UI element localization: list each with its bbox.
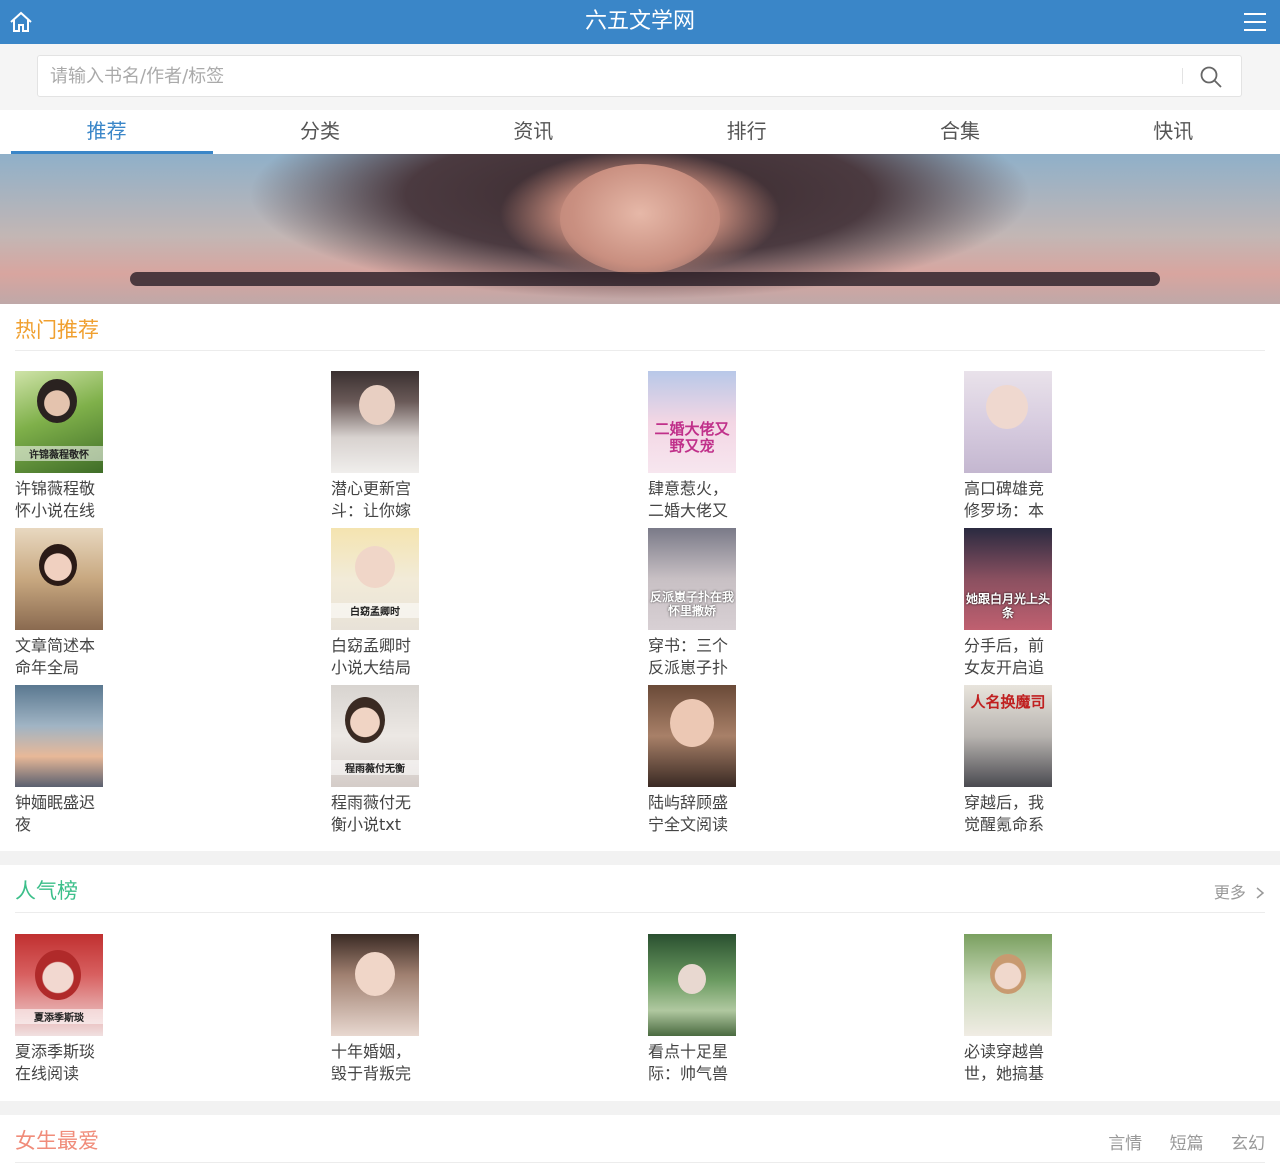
- book-title[interactable]: 陆屿辞顾盛宁全文阅读: [648, 792, 732, 836]
- book-item[interactable]: 白窈孟卿时 白窈孟卿时小说大结局: [331, 528, 441, 679]
- chevron-right-icon: [1256, 887, 1265, 899]
- tab-flash[interactable]: 快讯: [1067, 110, 1280, 154]
- book-cover[interactable]: [964, 371, 1052, 473]
- book-item[interactable]: 十年婚姻，毁于背叛完: [331, 934, 441, 1085]
- link-fantasy[interactable]: 玄幻: [1231, 1134, 1265, 1154]
- book-cover[interactable]: 反派崽子扑在我怀里撒娇: [648, 528, 736, 630]
- book-title[interactable]: 看点十足星际：帅气兽: [648, 1041, 732, 1085]
- popular-section-header: 人气榜 更多: [15, 865, 1265, 913]
- book-title[interactable]: 白窈孟卿时小说大结局: [331, 635, 415, 679]
- book-cover[interactable]: [964, 934, 1052, 1036]
- banner-image[interactable]: [0, 154, 1280, 304]
- book-cover[interactable]: 人名换魔司: [964, 685, 1052, 787]
- banner-face: [560, 164, 720, 274]
- female-section-title: 女生最爱: [15, 1129, 99, 1153]
- hot-section: 热门推荐 许锦薇程敬怀 许锦薇程敬怀小说在线 潜心更新宫斗：让你嫁 二婚大佬又野…: [0, 304, 1280, 851]
- book-cover[interactable]: [15, 685, 103, 787]
- book-title[interactable]: 许锦薇程敬怀小说在线: [15, 478, 99, 522]
- book-title[interactable]: 分手后，前女友开启追: [964, 635, 1048, 679]
- book-cover[interactable]: 她跟白月光上头条: [964, 528, 1052, 630]
- hot-section-header: 热门推荐: [15, 304, 1265, 351]
- book-title[interactable]: 高口碑雄竞修罗场：本: [964, 478, 1048, 522]
- book-title[interactable]: 必读穿越兽世，她搞基: [964, 1041, 1048, 1085]
- tab-collection[interactable]: 合集: [853, 110, 1066, 154]
- book-item[interactable]: 潜心更新宫斗：让你嫁: [331, 371, 441, 522]
- book-item[interactable]: 夏添季斯琰 夏添季斯琰在线阅读: [15, 934, 125, 1085]
- tab-news[interactable]: 资讯: [427, 110, 640, 154]
- book-title[interactable]: 夏添季斯琰在线阅读: [15, 1041, 99, 1085]
- search-icon[interactable]: [1199, 65, 1223, 89]
- book-title[interactable]: 肆意惹火，二婚大佬又: [648, 478, 732, 522]
- book-cover-caption: 程雨薇付无衡: [331, 760, 419, 775]
- more-label: 更多: [1213, 883, 1246, 902]
- book-cover-caption: 二婚大佬又野又宠: [654, 420, 730, 455]
- book-cover[interactable]: [331, 934, 419, 1036]
- tab-category[interactable]: 分类: [213, 110, 426, 154]
- book-title[interactable]: 穿书：三个反派崽子扑: [648, 635, 732, 679]
- more-link[interactable]: 更多: [1214, 879, 1265, 903]
- book-title[interactable]: 文章简述本命年全局: [15, 635, 99, 679]
- book-item[interactable]: 反派崽子扑在我怀里撒娇 穿书：三个反派崽子扑: [648, 528, 758, 679]
- book-cover[interactable]: 程雨薇付无衡: [331, 685, 419, 787]
- book-item[interactable]: 人名换魔司 穿越后，我觉醒氪命系: [964, 685, 1074, 836]
- book-cover[interactable]: 许锦薇程敬怀: [15, 371, 103, 473]
- book-item[interactable]: 她跟白月光上头条 分手后，前女友开启追: [964, 528, 1074, 679]
- menu-icon[interactable]: [1244, 11, 1266, 33]
- banner-caption-strip: [130, 272, 1160, 286]
- book-title[interactable]: 十年婚姻，毁于背叛完: [331, 1041, 415, 1085]
- book-cover-caption: 人名换魔司: [970, 693, 1046, 711]
- nav-tabs: 推荐 分类 资讯 排行 合集 快讯: [0, 110, 1280, 154]
- book-cover-caption: 反派崽子扑在我怀里撒娇: [650, 590, 735, 618]
- book-item[interactable]: 高口碑雄竞修罗场：本: [964, 371, 1074, 522]
- book-title[interactable]: 潜心更新宫斗：让你嫁: [331, 478, 415, 522]
- female-category-links: 言情 短篇 玄幻: [1086, 1129, 1265, 1154]
- book-cover-caption: 夏添季斯琰: [15, 1009, 103, 1024]
- book-title[interactable]: 程雨薇付无衡小说txt: [331, 792, 415, 836]
- book-item[interactable]: 钟媔眠盛迟夜: [15, 685, 125, 836]
- book-item[interactable]: 必读穿越兽世，她搞基: [964, 934, 1074, 1085]
- search-box: [37, 55, 1242, 97]
- book-cover[interactable]: [648, 685, 736, 787]
- female-section-header: 女生最爱 言情 短篇 玄幻: [15, 1115, 1265, 1163]
- link-romance[interactable]: 言情: [1108, 1134, 1142, 1154]
- book-cover[interactable]: 白窈孟卿时: [331, 528, 419, 630]
- book-cover[interactable]: 夏添季斯琰: [15, 934, 103, 1036]
- book-item[interactable]: 二婚大佬又野又宠 肆意惹火，二婚大佬又: [648, 371, 758, 522]
- book-cover-caption: 她跟白月光上头条: [966, 592, 1051, 620]
- tab-recommend[interactable]: 推荐: [0, 110, 214, 154]
- book-cover-caption: 许锦薇程敬怀: [15, 446, 103, 461]
- book-item[interactable]: 陆屿辞顾盛宁全文阅读: [648, 685, 758, 836]
- book-cover[interactable]: [15, 528, 103, 630]
- top-bar: 六五文学网: [0, 0, 1280, 44]
- book-cover[interactable]: [331, 371, 419, 473]
- book-item[interactable]: 看点十足星际：帅气兽: [648, 934, 758, 1085]
- link-short[interactable]: 短篇: [1170, 1134, 1204, 1154]
- site-title: 六五文学网: [584, 9, 695, 34]
- search-input[interactable]: [50, 56, 1170, 96]
- book-title[interactable]: 钟媔眠盛迟夜: [15, 792, 99, 836]
- female-section: 女生最爱 言情 短篇 玄幻: [0, 1115, 1280, 1167]
- book-cover[interactable]: 二婚大佬又野又宠: [648, 371, 736, 473]
- popular-section-title: 人气榜: [15, 879, 78, 903]
- book-item[interactable]: 程雨薇付无衡 程雨薇付无衡小说txt: [331, 685, 441, 836]
- book-cover[interactable]: [648, 934, 736, 1036]
- book-item[interactable]: 文章简述本命年全局: [15, 528, 125, 679]
- book-item[interactable]: 许锦薇程敬怀 许锦薇程敬怀小说在线: [15, 371, 125, 522]
- hot-section-title: 热门推荐: [15, 318, 99, 342]
- search-divider: [1182, 68, 1183, 84]
- search-area: [0, 44, 1280, 110]
- book-cover-caption: 白窈孟卿时: [331, 603, 419, 618]
- book-title[interactable]: 穿越后，我觉醒氪命系: [964, 792, 1048, 836]
- tab-ranking[interactable]: 排行: [640, 110, 853, 154]
- popular-section: 人气榜 更多 夏添季斯琰 夏添季斯琰在线阅读 十年婚姻，毁于背叛完 看点十足星际…: [0, 865, 1280, 1101]
